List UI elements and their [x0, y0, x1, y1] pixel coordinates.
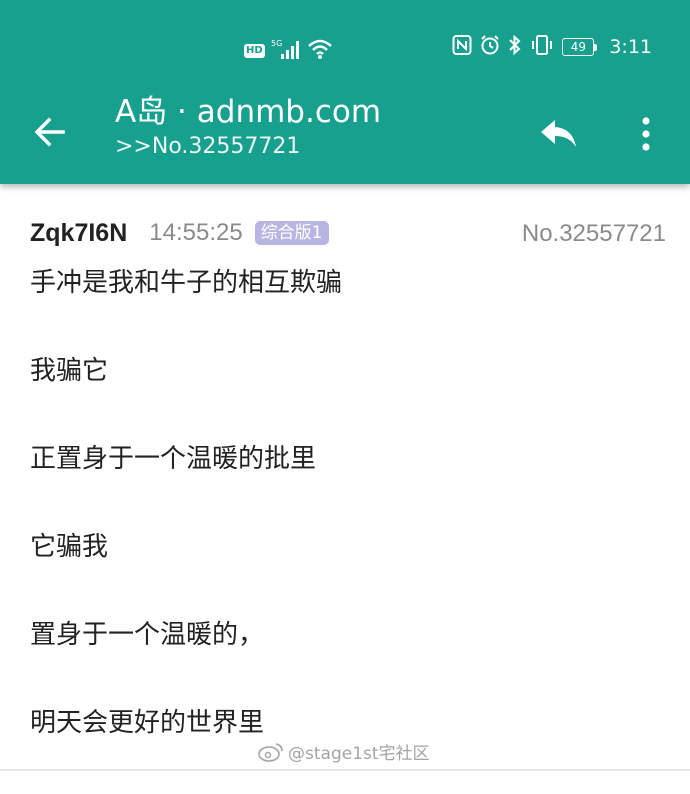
- post-line: 明天会更好的世界里: [30, 708, 265, 738]
- battery-tip: [594, 43, 598, 51]
- post-body: 手冲是我和牛子的相互欺骗 我骗它 正置身于一个温暖的批里 它骗我 置身于一个温暖…: [30, 266, 666, 741]
- weibo-logo-icon: [258, 742, 283, 762]
- alarm-icon: [480, 34, 500, 60]
- reply-button[interactable]: [532, 110, 586, 158]
- bluetooth-icon: [508, 34, 522, 60]
- nfc-icon: [452, 34, 472, 60]
- post-time: 14:55:25: [149, 219, 243, 246]
- back-button[interactable]: [22, 104, 78, 160]
- user-id[interactable]: Zqk7I6N: [30, 219, 127, 248]
- app-header: HD 5G 49 3:11 A岛 · adnmb.com >>No.325577…: [0, 0, 690, 184]
- post-line: 手冲是我和牛子的相互欺骗: [30, 268, 343, 298]
- post-line: 我骗它: [30, 356, 109, 386]
- more-options-button[interactable]: [622, 108, 670, 160]
- post: Zqk7I6N 14:55:25 综合版1 No.32557721 手冲是我和牛…: [30, 212, 666, 794]
- watermark: @stage1st宅社区: [258, 739, 430, 764]
- battery-indicator: 49: [562, 38, 598, 56]
- title-block: A岛 · adnmb.com >>No.32557721: [115, 92, 381, 162]
- vibrate-icon: [530, 34, 554, 60]
- watermark-text: @stage1st宅社区: [288, 744, 430, 764]
- status-right: 49 3:11: [452, 34, 652, 60]
- status-bar: HD 5G 49 3:11: [0, 30, 690, 70]
- reply-icon: [541, 120, 576, 147]
- thread-reference: >>No.32557721: [115, 134, 301, 159]
- wifi-icon: [307, 38, 333, 64]
- network-type-label: 5G: [271, 39, 282, 48]
- post-number[interactable]: No.32557721: [522, 220, 666, 248]
- signal-icon: 5G: [271, 38, 301, 64]
- battery-level: 49: [562, 38, 595, 56]
- post-meta: Zqk7I6N 14:55:25 综合版1 No.32557721: [30, 212, 666, 254]
- status-left: HD 5G: [244, 38, 333, 64]
- arrow-back-icon: [34, 117, 65, 147]
- app-title: A岛 · adnmb.com: [115, 94, 382, 130]
- more-vertical-icon: [642, 117, 650, 151]
- board-badge[interactable]: 综合版1: [254, 221, 329, 245]
- post-line: 正置身于一个温暖的批里: [30, 444, 317, 474]
- post-line: 它骗我: [30, 532, 109, 562]
- hd-badge: HD: [244, 44, 265, 58]
- status-clock: 3:11: [609, 36, 652, 58]
- post-line: 置身于一个温暖的，: [30, 620, 265, 650]
